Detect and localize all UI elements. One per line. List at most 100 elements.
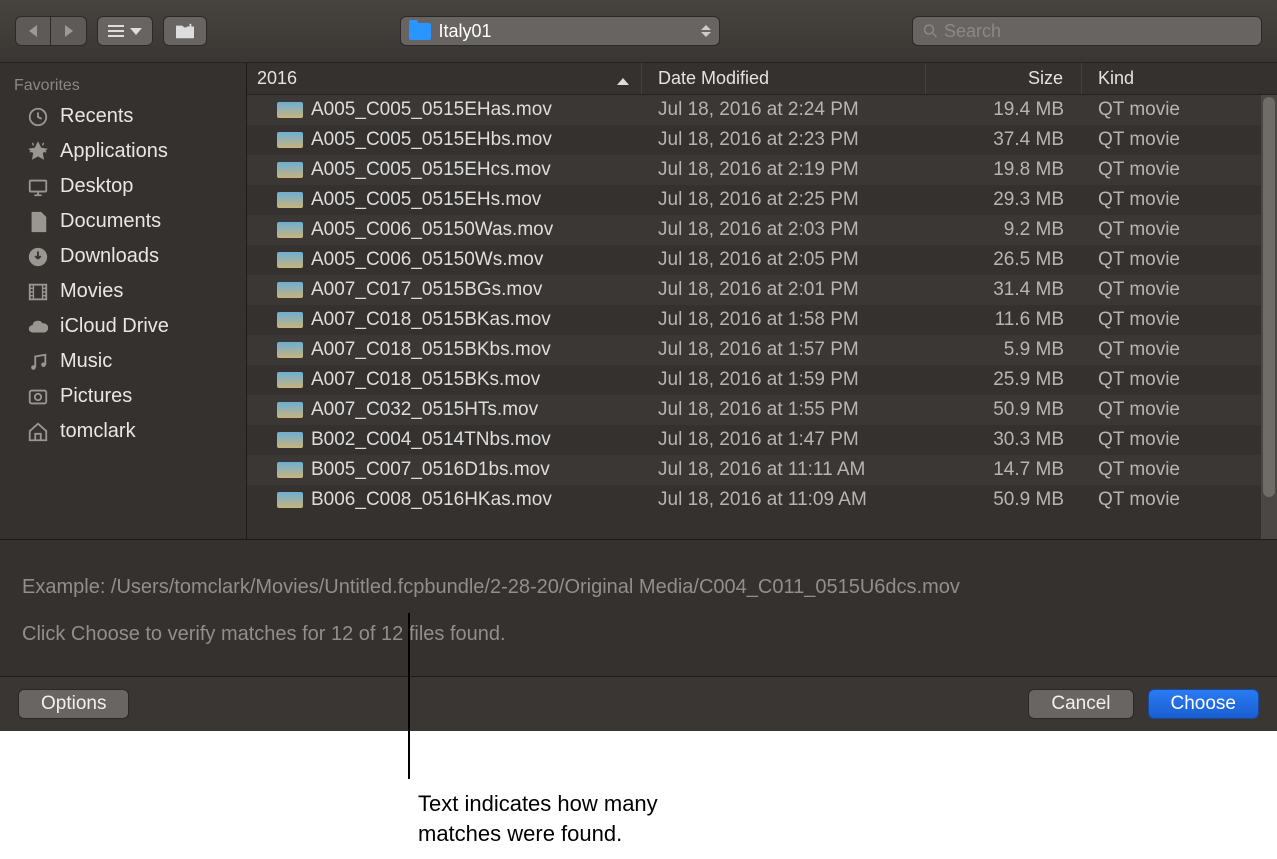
file-date: Jul 18, 2016 at 1:47 PM [642,429,926,451]
file-size: 19.4 MB [926,99,1082,121]
file-kind: QT movie [1082,459,1277,481]
cancel-label: Cancel [1051,693,1110,715]
sidebar-item-home[interactable]: tomclark [0,414,246,449]
file-row[interactable]: A005_C005_0515EHcs.mov Jul 18, 2016 at 2… [247,155,1277,185]
file-kind: QT movie [1082,489,1277,511]
file-date: Jul 18, 2016 at 1:57 PM [642,339,926,361]
file-row[interactable]: A005_C006_05150Ws.mov Jul 18, 2016 at 2:… [247,245,1277,275]
recents-icon [26,107,50,127]
file-name: A007_C018_0515BKbs.mov [311,339,551,361]
path-popup[interactable]: Italy01 [400,16,720,46]
file-date: Jul 18, 2016 at 1:58 PM [642,309,926,331]
column-name[interactable]: 2016 [247,63,642,94]
file-row[interactable]: B002_C004_0514TNbs.mov Jul 18, 2016 at 1… [247,425,1277,455]
file-size: 37.4 MB [926,129,1082,151]
view-mode-button[interactable] [97,16,153,46]
sidebar-item-label: Movies [60,280,123,303]
file-row[interactable]: B006_C008_0516HKas.mov Jul 18, 2016 at 1… [247,485,1277,515]
file-list[interactable]: A005_C005_0515EHas.mov Jul 18, 2016 at 2… [247,95,1277,539]
file-date: Jul 18, 2016 at 2:03 PM [642,219,926,241]
file-thumbnail-icon [277,402,303,418]
icloud-icon [26,317,50,337]
movies-icon [26,282,50,302]
column-kind[interactable]: Kind [1082,63,1277,94]
new-folder-button[interactable] [163,16,207,46]
sidebar-item-documents[interactable]: Documents [0,204,246,239]
file-row[interactable]: B005_C007_0516D1bs.mov Jul 18, 2016 at 1… [247,455,1277,485]
callout-text: Text indicates how many matches were fou… [418,789,658,848]
file-size: 26.5 MB [926,249,1082,271]
sidebar-item-recents[interactable]: Recents [0,99,246,134]
chevron-left-icon [29,25,37,37]
sidebar-item-movies[interactable]: Movies [0,274,246,309]
sidebar-item-icloud[interactable]: iCloud Drive [0,309,246,344]
list-icon [108,25,124,37]
file-kind: QT movie [1082,249,1277,271]
callout-line1: Text indicates how many [418,791,658,816]
file-name: A005_C005_0515EHas.mov [311,99,552,121]
file-thumbnail-icon [277,432,303,448]
sidebar: Favorites RecentsApplicationsDesktopDocu… [0,63,247,539]
file-date: Jul 18, 2016 at 2:05 PM [642,249,926,271]
sidebar-item-pictures[interactable]: Pictures [0,379,246,414]
sidebar-item-desktop[interactable]: Desktop [0,169,246,204]
column-size[interactable]: Size [926,63,1082,94]
file-row[interactable]: A005_C005_0515EHbs.mov Jul 18, 2016 at 2… [247,125,1277,155]
file-thumbnail-icon [277,372,303,388]
file-size: 5.9 MB [926,339,1082,361]
file-date: Jul 18, 2016 at 1:55 PM [642,399,926,421]
options-button[interactable]: Options [18,689,129,719]
sort-ascending-icon [617,72,629,85]
chevron-down-icon [130,28,142,35]
file-name: A005_C005_0515EHs.mov [311,189,541,211]
search-input[interactable] [944,21,1251,42]
downloads-icon [26,247,50,267]
sidebar-item-label: tomclark [60,420,136,443]
file-kind: QT movie [1082,219,1277,241]
file-date: Jul 18, 2016 at 2:01 PM [642,279,926,301]
desktop-icon [26,177,50,197]
documents-icon [26,212,50,232]
pictures-icon [26,387,50,407]
file-row[interactable]: A005_C005_0515EHas.mov Jul 18, 2016 at 2… [247,95,1277,125]
file-kind: QT movie [1082,159,1277,181]
cancel-button[interactable]: Cancel [1028,689,1133,719]
file-row[interactable]: A005_C006_05150Was.mov Jul 18, 2016 at 2… [247,215,1277,245]
sidebar-item-label: Applications [60,140,168,163]
file-name: B002_C004_0514TNbs.mov [311,429,551,451]
file-row[interactable]: A007_C018_0515BKs.mov Jul 18, 2016 at 1:… [247,365,1277,395]
search-field[interactable] [912,16,1262,46]
scrollbar-thumb[interactable] [1263,97,1275,497]
file-date: Jul 18, 2016 at 2:25 PM [642,189,926,211]
file-row[interactable]: A007_C032_0515HTs.mov Jul 18, 2016 at 1:… [247,395,1277,425]
sidebar-item-label: Documents [60,210,161,233]
callout-line2: matches were found. [418,821,622,846]
nav-buttons [15,16,87,46]
file-name: B005_C007_0516D1bs.mov [311,459,550,481]
file-kind: QT movie [1082,189,1277,211]
sidebar-item-label: Music [60,350,112,373]
file-size: 50.9 MB [926,399,1082,421]
file-kind: QT movie [1082,309,1277,331]
file-size: 50.9 MB [926,489,1082,511]
sidebar-item-music[interactable]: Music [0,344,246,379]
sidebar-item-label: Downloads [60,245,159,268]
choose-button[interactable]: Choose [1148,689,1260,719]
column-date[interactable]: Date Modified [642,63,926,94]
file-kind: QT movie [1082,279,1277,301]
file-row[interactable]: A007_C018_0515BKbs.mov Jul 18, 2016 at 1… [247,335,1277,365]
sidebar-item-downloads[interactable]: Downloads [0,239,246,274]
file-thumbnail-icon [277,252,303,268]
sidebar-item-label: iCloud Drive [60,315,169,338]
back-button[interactable] [15,16,51,46]
file-thumbnail-icon [277,492,303,508]
file-row[interactable]: A007_C018_0515BKas.mov Jul 18, 2016 at 1… [247,305,1277,335]
file-row[interactable]: A007_C017_0515BGs.mov Jul 18, 2016 at 2:… [247,275,1277,305]
sidebar-item-apps[interactable]: Applications [0,134,246,169]
file-name: B006_C008_0516HKas.mov [311,489,552,511]
file-thumbnail-icon [277,462,303,478]
file-thumbnail-icon [277,282,303,298]
options-label: Options [41,693,106,715]
file-row[interactable]: A005_C005_0515EHs.mov Jul 18, 2016 at 2:… [247,185,1277,215]
forward-button[interactable] [51,16,87,46]
